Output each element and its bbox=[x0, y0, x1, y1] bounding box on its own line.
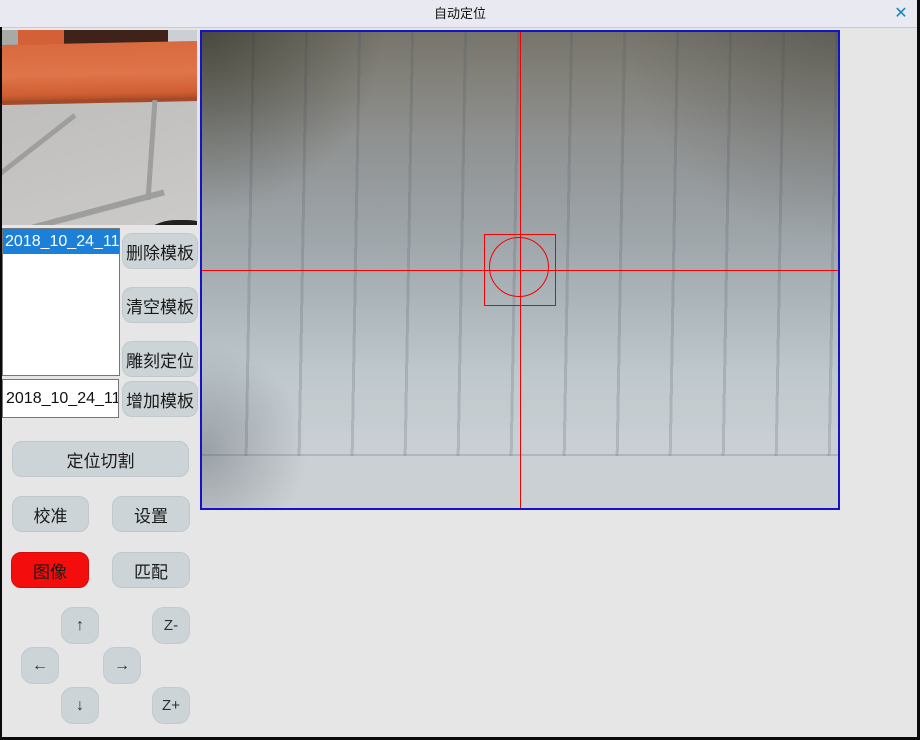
delete-template-button[interactable]: 删除模板 bbox=[122, 233, 198, 269]
camera-image bbox=[202, 32, 838, 508]
jog-z-minus-button[interactable]: Z- bbox=[152, 607, 190, 644]
window-title: 自动定位 bbox=[0, 0, 920, 27]
locate-cut-button[interactable]: 定位切割 bbox=[12, 441, 189, 477]
auto-locate-window: 自动定位 ✕ 2018_10_24_11 删除模板 清空模板 雕刻定位 增加模板… bbox=[0, 0, 920, 740]
image-button[interactable]: 图像 bbox=[11, 552, 89, 588]
camera-view[interactable] bbox=[200, 30, 840, 510]
add-template-button[interactable]: 增加模板 bbox=[122, 381, 198, 417]
template-list[interactable]: 2018_10_24_11 bbox=[2, 228, 120, 376]
roi-circle bbox=[489, 237, 549, 297]
jog-up-button[interactable]: ↑ bbox=[61, 607, 99, 644]
list-item[interactable]: 2018_10_24_11 bbox=[3, 229, 119, 254]
thumb-dark-object bbox=[134, 220, 197, 225]
jog-down-button[interactable]: ↓ bbox=[61, 687, 99, 724]
close-icon[interactable]: ✕ bbox=[889, 3, 913, 25]
template-name-input[interactable] bbox=[2, 379, 119, 418]
calibrate-button[interactable]: 校准 bbox=[12, 496, 89, 532]
jog-right-button[interactable]: → bbox=[103, 647, 141, 684]
thumb-tile-line bbox=[146, 100, 158, 200]
match-button[interactable]: 匹配 bbox=[112, 552, 190, 588]
jog-left-button[interactable]: ← bbox=[21, 647, 59, 684]
clear-templates-button[interactable]: 清空模板 bbox=[122, 287, 198, 323]
window-border-left bbox=[0, 27, 2, 740]
thumb-tile-line bbox=[2, 189, 165, 225]
template-thumbnail bbox=[2, 30, 197, 225]
thumb-tile-line bbox=[2, 113, 76, 175]
thumb-orange-beam bbox=[2, 41, 197, 105]
jog-z-plus-button[interactable]: Z+ bbox=[152, 687, 190, 724]
engrave-locate-button[interactable]: 雕刻定位 bbox=[122, 341, 198, 377]
settings-button[interactable]: 设置 bbox=[112, 496, 190, 532]
titlebar[interactable]: 自动定位 ✕ bbox=[0, 0, 920, 28]
